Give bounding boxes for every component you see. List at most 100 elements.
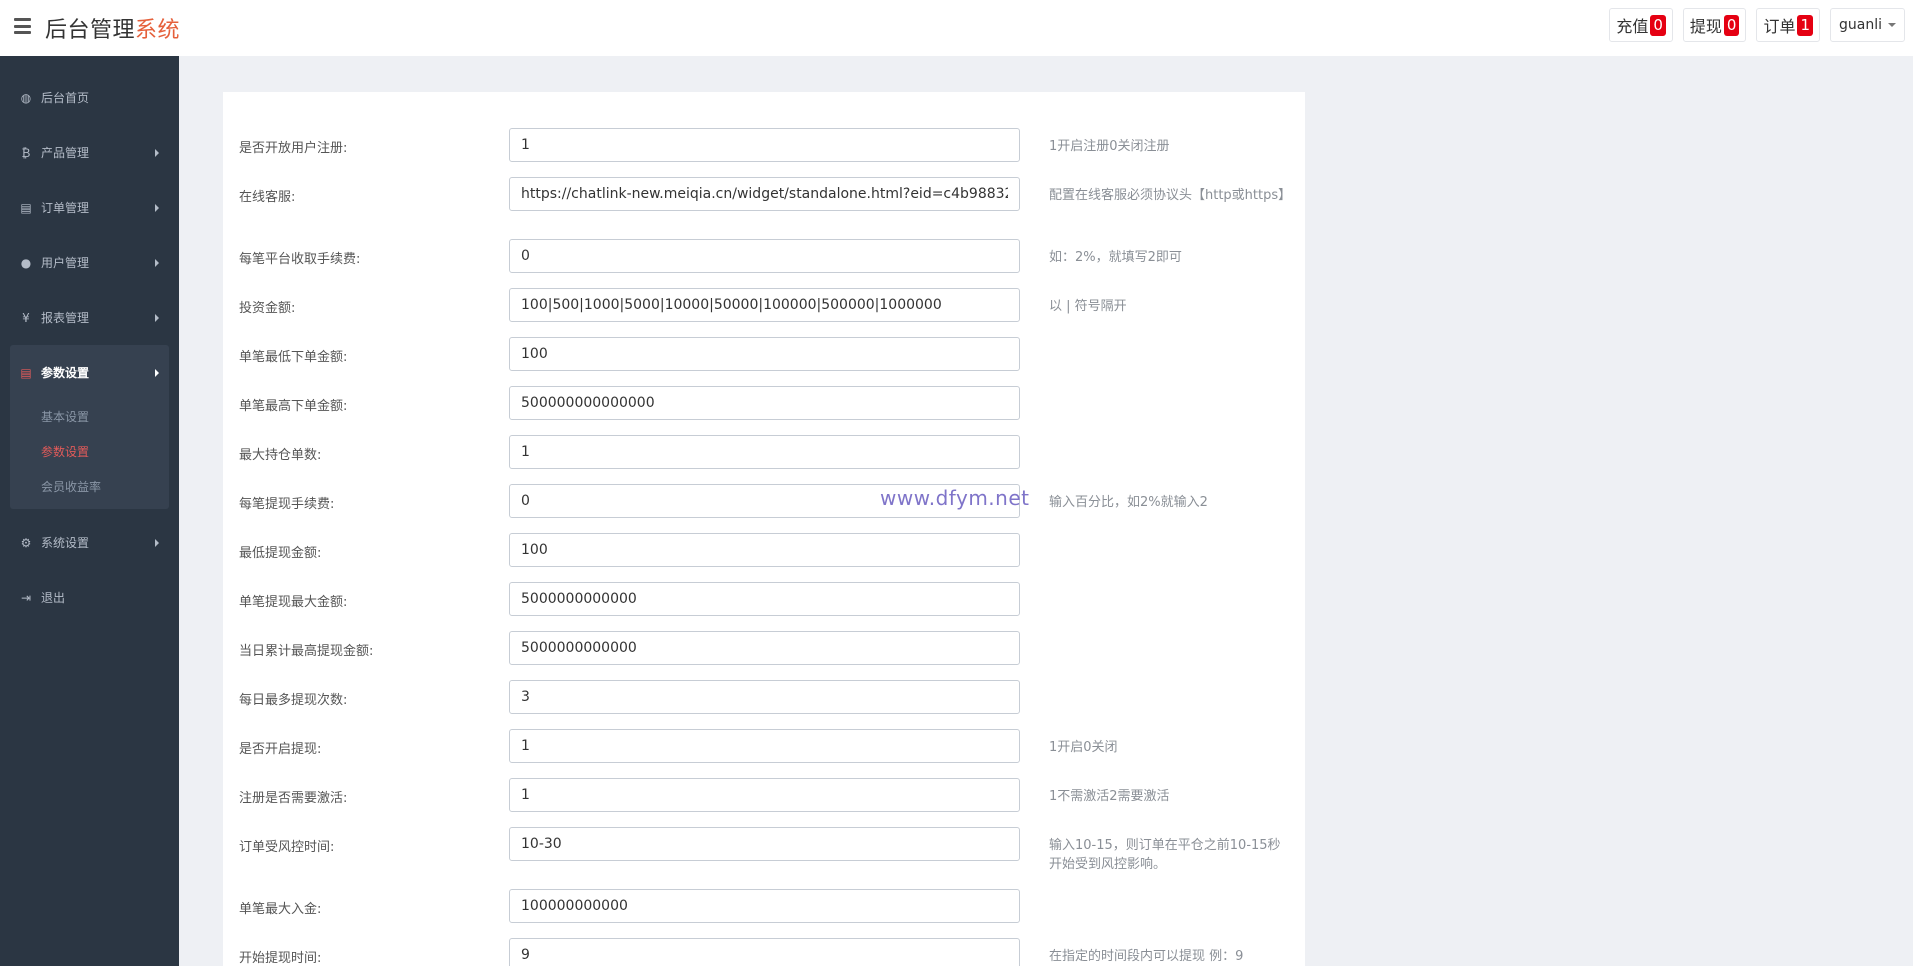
field-input[interactable] <box>509 288 1020 322</box>
sidebar-group-params: ▤ 参数设置 基本设置 参数设置 会员收益率 <box>10 345 169 509</box>
field-input[interactable] <box>509 582 1020 616</box>
form-row: 开始提现时间: 在指定的时间段内可以提现 例：9 <box>223 938 1305 966</box>
field-input[interactable] <box>509 889 1020 923</box>
field-input[interactable] <box>509 239 1020 273</box>
brand-accent: 系统 <box>135 18 181 43</box>
brand-title: 后台管理系统 <box>45 12 180 44</box>
field-hint: 输入10-15，则订单在平仓之前10-15秒开始受到风控影响。 <box>1049 838 1281 872</box>
sidebar-item[interactable]: ⚙ 系统设置 <box>0 515 179 570</box>
field-hint: 配置在线客服必须协议头【http或https】 <box>1049 188 1292 203</box>
sidebar-item[interactable]: ¥ 报表管理 <box>0 290 179 345</box>
watermark: www.dfym.net <box>880 486 1030 510</box>
form-row: 在线客服: 配置在线客服必须协议头【http或https】 <box>223 177 1305 239</box>
form-row: 单笔最低下单金额: <box>223 337 1305 386</box>
form-row: 单笔最高下单金额: <box>223 386 1305 435</box>
caret-right-icon <box>155 148 159 157</box>
form-row: 每笔提现手续费: 输入百分比，如2%就输入2 <box>223 484 1305 533</box>
form-row: 最低提现金额: <box>223 533 1305 582</box>
caret-right-icon <box>155 313 159 322</box>
yen-icon: ¥ <box>22 310 30 325</box>
sidebar-item-label: 订单管理 <box>41 201 90 215</box>
field-label: 最低提现金额: <box>239 546 322 561</box>
cogs-icon: ⚙ <box>20 535 32 550</box>
sidebar-item-label: 用户管理 <box>41 256 90 270</box>
field-label: 注册是否需要激活: <box>239 791 348 806</box>
field-label: 订单受风控时间: <box>239 840 335 855</box>
field-hint: 1开启0关闭 <box>1049 740 1118 755</box>
field-input[interactable] <box>509 128 1020 162</box>
field-label: 单笔最低下单金额: <box>239 350 348 365</box>
field-label: 每笔提现手续费: <box>239 497 335 512</box>
form-row: 每日最多提现次数: <box>223 680 1305 729</box>
form-row: 是否开放用户注册: 1开启注册0关闭注册 <box>223 128 1305 177</box>
header-button-label: 提现 <box>1689 17 1722 36</box>
header-orders-button[interactable]: 订单 1 <box>1756 8 1820 42</box>
brand-main: 后台管理 <box>45 18 136 43</box>
sidebar-subitem[interactable]: 参数设置 <box>10 435 169 470</box>
sidebar-item-params[interactable]: ▤ 参数设置 <box>10 345 169 400</box>
field-input[interactable] <box>509 337 1020 371</box>
field-label: 是否开放用户注册: <box>239 141 348 156</box>
field-hint: 1开启注册0关闭注册 <box>1049 139 1170 154</box>
field-label: 每日最多提现次数: <box>239 693 348 708</box>
field-label: 投资金额: <box>239 301 296 316</box>
settings-panel: 是否开放用户注册: 1开启注册0关闭注册在线客服: 配置在线客服必须协议头【http… <box>223 92 1305 966</box>
form-row: 订单受风控时间: 输入10-15，则订单在平仓之前10-15秒开始受到风控影响。 <box>223 827 1305 889</box>
user-icon: ● <box>20 255 32 270</box>
field-label: 在线客服: <box>239 190 296 205</box>
field-label: 单笔提现最大金额: <box>239 595 348 610</box>
copy-icon: ▤ <box>20 200 32 215</box>
chevron-down-icon <box>1888 23 1896 27</box>
caret-right-icon <box>155 203 159 212</box>
field-input[interactable] <box>509 533 1020 567</box>
sidebar-item-label: 系统设置 <box>41 536 90 550</box>
sidebar-item[interactable]: ◍ 后台首页 <box>0 70 179 125</box>
form-row: 每笔平台收取手续费: 如：2%，就填写2即可 <box>223 239 1305 288</box>
caret-right-icon <box>155 538 159 547</box>
form-row: 投资金额: 以 | 符号隔开 <box>223 288 1305 337</box>
form-row: 注册是否需要激活: 1不需激活2需要激活 <box>223 778 1305 827</box>
menu-toggle-icon[interactable] <box>14 18 31 34</box>
field-input[interactable] <box>509 938 1020 966</box>
count-badge: 0 <box>1650 14 1666 36</box>
sidebar-item[interactable]: ▤ 订单管理 <box>0 180 179 235</box>
field-hint: 输入百分比，如2%就输入2 <box>1049 495 1208 510</box>
sidebar-item[interactable]: ⇥ 退出 <box>0 570 179 625</box>
field-input[interactable] <box>509 729 1020 763</box>
dashboard-icon: ◍ <box>20 90 32 105</box>
header-recharge-button[interactable]: 充值 0 <box>1609 8 1673 42</box>
sidebar-item-label: 产品管理 <box>41 146 90 160</box>
field-input[interactable] <box>509 435 1020 469</box>
field-input[interactable] <box>509 827 1020 861</box>
field-input[interactable] <box>509 680 1020 714</box>
top-header: 后台管理系统 充值 0 提现 0 订单 1 guanli <box>0 0 1913 56</box>
header-actions: 充值 0 提现 0 订单 1 guanli <box>1609 8 1905 42</box>
sidebar-subitem[interactable]: 基本设置 <box>10 400 169 435</box>
field-hint: 以 | 符号隔开 <box>1049 299 1127 314</box>
field-label: 最大持仓单数: <box>239 448 322 463</box>
sidebar-item-label: 后台首页 <box>41 91 90 105</box>
field-input[interactable] <box>509 778 1020 812</box>
sidebar: ◍ 后台首页 ₿ 产品管理 ▤ 订单管理 ● 用户管理 ¥ 报表管理 ▤ 参数设置 基本设置 参数设… <box>0 56 179 966</box>
field-hint: 如：2%，就填写2即可 <box>1049 250 1182 265</box>
form-row: 单笔提现最大金额: <box>223 582 1305 631</box>
field-input[interactable] <box>509 177 1020 211</box>
count-badge: 1 <box>1797 14 1813 36</box>
header-button-label: 订单 <box>1763 17 1796 36</box>
count-badge: 0 <box>1723 14 1740 36</box>
sidebar-item[interactable]: ● 用户管理 <box>0 235 179 290</box>
bitcoin-icon: ₿ <box>21 145 31 160</box>
field-label: 当日累计最高提现金额: <box>239 644 374 659</box>
header-withdraw-button[interactable]: 提现 0 <box>1682 8 1747 42</box>
field-label: 单笔最大入金: <box>239 902 322 917</box>
files-icon: ▤ <box>20 365 32 380</box>
caret-right-icon <box>155 258 159 267</box>
user-menu-button[interactable]: guanli <box>1830 8 1905 42</box>
caret-right-icon <box>155 368 159 377</box>
field-input[interactable] <box>509 631 1020 665</box>
settings-form: 是否开放用户注册: 1开启注册0关闭注册在线客服: 配置在线客服必须协议头【http… <box>223 92 1305 966</box>
field-input[interactable] <box>509 386 1020 420</box>
sidebar-item[interactable]: ₿ 产品管理 <box>0 125 179 180</box>
form-row: 当日累计最高提现金额: <box>223 631 1305 680</box>
sidebar-subitem[interactable]: 会员收益率 <box>10 470 169 505</box>
